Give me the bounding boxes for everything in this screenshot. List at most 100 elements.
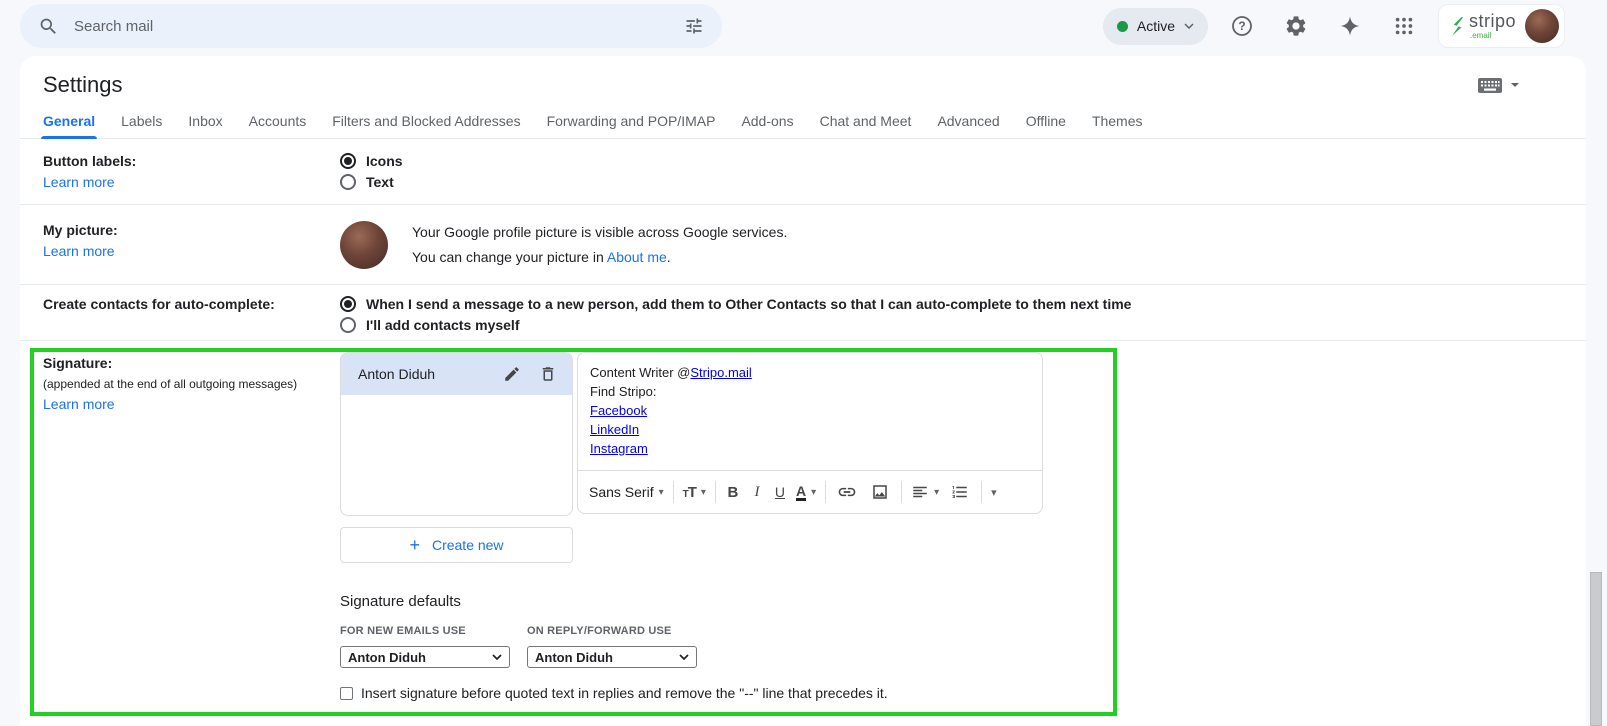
vertical-scrollbar[interactable] (1590, 572, 1602, 726)
input-method-selector[interactable] (1477, 77, 1520, 94)
about-me-link[interactable]: About me (607, 249, 667, 265)
manual-add-radio[interactable] (340, 317, 356, 333)
insert-link-icon[interactable] (835, 480, 859, 504)
instagram-link[interactable]: Instagram (590, 441, 648, 456)
icons-radio[interactable] (340, 153, 356, 169)
profile-picture-line2: You can change your picture in About me. (412, 248, 671, 265)
status-active-dot (1116, 20, 1128, 32)
insert-signature-checkbox[interactable] (340, 686, 353, 700)
text-color-button[interactable]: A ▾ (795, 484, 817, 501)
row-button-labels: Button labels: Learn more Icons Text (20, 139, 1586, 205)
settings-gear-icon[interactable] (1276, 6, 1316, 46)
brand-suffix: .email (1469, 31, 1492, 40)
help-icon[interactable]: ? (1222, 6, 1262, 46)
underline-button[interactable]: U (773, 484, 787, 500)
signature-label-col: Signature: (appended at the end of all o… (20, 341, 340, 701)
search-bar[interactable] (20, 4, 722, 48)
apps-grid-icon[interactable] (1384, 6, 1424, 46)
tab-advanced[interactable]: Advanced (937, 113, 999, 138)
option-icons: Icons (340, 151, 1586, 171)
auto-add-radio[interactable] (340, 296, 356, 312)
search-filters-icon[interactable] (682, 14, 706, 38)
gemini-sparkle-icon[interactable] (1330, 6, 1370, 46)
toolbar-divider (672, 481, 674, 503)
italic-button[interactable]: I (750, 484, 764, 501)
tab-forwarding-pop-imap[interactable]: Forwarding and POP/IMAP (547, 113, 716, 138)
my-picture-learn-more-link[interactable]: Learn more (43, 241, 115, 261)
numbered-list-icon[interactable] (948, 480, 972, 504)
font-family-selector[interactable]: Sans Serif ▾ (589, 484, 664, 500)
plus-icon: + (409, 534, 420, 555)
bold-button[interactable]: B (725, 484, 741, 501)
toolbar-divider (981, 481, 983, 503)
chevron-down-icon: ▾ (658, 486, 664, 498)
signature-sublabel: (appended at the end of all outgoing mes… (43, 377, 298, 391)
my-picture-label: My picture: (43, 222, 118, 238)
button-labels-options: Icons Text (340, 139, 1586, 204)
signature-line-2: Find Stripo: (590, 384, 657, 399)
tab-filters-blocked[interactable]: Filters and Blocked Addresses (332, 113, 520, 138)
tab-add-ons[interactable]: Add-ons (741, 113, 793, 138)
brand-name: stripo (1468, 11, 1516, 31)
signature-defaults: Signature defaults FOR NEW EMAILS USE An… (340, 593, 1586, 701)
search-input[interactable] (72, 16, 670, 36)
user-avatar[interactable] (1525, 9, 1559, 43)
tab-chat-and-meet[interactable]: Chat and Meet (820, 113, 912, 138)
stripo-bolt-icon (1451, 16, 1464, 36)
signature-learn-more-link[interactable]: Learn more (43, 394, 115, 414)
more-options-icon[interactable]: ▾ (991, 486, 997, 499)
search-icon[interactable] (36, 14, 60, 38)
signature-content-col: Anton Diduh Content Writer @Stripo.mail … (340, 341, 1586, 701)
gmail-settings-page: Active ? stripo .email (0, 0, 1607, 726)
delete-signature-icon[interactable] (536, 362, 560, 386)
signature-editor-toolbar: Sans Serif ▾ TT ▾ B I U A ▾ ▾ ▾ (578, 470, 1042, 513)
new-emails-signature-select[interactable]: Anton Diduh (340, 646, 510, 668)
create-new-signature-button[interactable]: + Create new (340, 527, 573, 563)
toolbar-divider (714, 481, 716, 503)
linkedin-link[interactable]: LinkedIn (590, 422, 639, 437)
toolbar-divider (901, 481, 903, 503)
manual-add-radio-label: I'll add contacts myself (366, 317, 520, 333)
top-bar: Active ? stripo .email (0, 0, 1607, 52)
insert-image-icon[interactable] (868, 480, 892, 504)
option-text: Text (340, 172, 1586, 192)
chevron-down-icon (1511, 83, 1519, 87)
facebook-link[interactable]: Facebook (590, 403, 647, 418)
tab-accounts[interactable]: Accounts (249, 113, 307, 138)
button-labels-learn-more-link[interactable]: Learn more (43, 172, 115, 192)
signature-label: Signature: (43, 355, 113, 371)
stripo-account-pill[interactable]: stripo .email (1437, 4, 1565, 48)
chevron-down-icon (492, 654, 502, 660)
reply-forward-signature-select[interactable]: Anton Diduh (527, 646, 697, 668)
status-label: Active (1136, 18, 1175, 34)
tab-labels[interactable]: Labels (121, 113, 162, 138)
stripo-mail-link[interactable]: Stripo.mail (690, 365, 751, 380)
text-radio[interactable] (340, 174, 356, 190)
row-auto-complete: Create contacts for auto-complete: When … (20, 285, 1586, 341)
edit-signature-icon[interactable] (500, 362, 524, 386)
signature-list: Anton Diduh (340, 352, 573, 516)
profile-picture[interactable] (340, 220, 388, 269)
font-size-selector[interactable]: TT ▾ (683, 484, 706, 501)
on-reply-label: ON REPLY/FORWARD USE (527, 625, 672, 637)
svg-text:?: ? (1238, 19, 1245, 33)
on-reply-col: ON REPLY/FORWARD USE Anton Diduh (527, 625, 714, 668)
keyboard-icon (1478, 77, 1502, 93)
toolbar-divider (825, 481, 827, 503)
tab-offline[interactable]: Offline (1026, 113, 1066, 138)
signature-editor-content[interactable]: Content Writer @Stripo.mail Find Stripo:… (578, 353, 1042, 470)
chevron-down-icon: ▾ (934, 486, 940, 498)
tab-general[interactable]: General (40, 113, 98, 139)
align-selector[interactable]: ▾ (911, 483, 939, 501)
profile-picture-text: Your Google profile picture is visible a… (412, 220, 787, 270)
status-selector[interactable]: Active (1102, 7, 1208, 45)
tab-themes[interactable]: Themes (1092, 113, 1143, 138)
chevron-down-icon (1184, 23, 1194, 29)
tab-inbox[interactable]: Inbox (188, 113, 222, 138)
settings-tabs: General Labels Inbox Accounts Filters an… (20, 104, 1586, 139)
stripo-logo: stripo .email (1451, 12, 1516, 40)
chevron-down-icon: ▾ (811, 486, 817, 498)
signature-list-item[interactable]: Anton Diduh (341, 353, 572, 395)
profile-picture-line1: Your Google profile picture is visible a… (412, 223, 788, 240)
option-auto-add: When I send a message to a new person, a… (340, 294, 1586, 314)
